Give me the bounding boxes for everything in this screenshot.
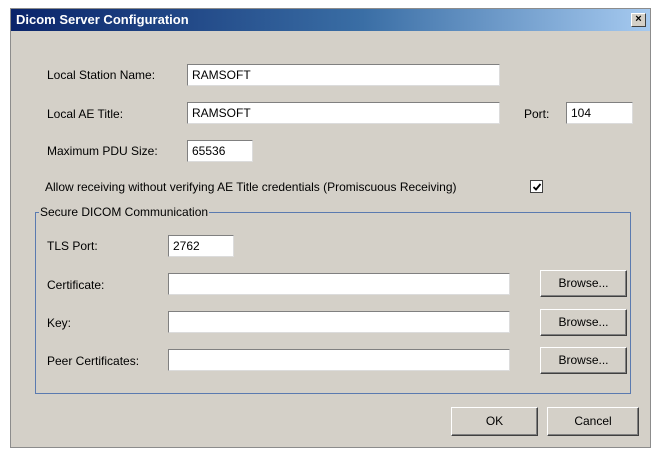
key-browse-button[interactable]: Browse... xyxy=(540,309,627,336)
local-ae-title-label: Local AE Title: xyxy=(47,107,124,121)
port-field[interactable]: 104 xyxy=(566,102,633,124)
tls-port-field[interactable]: 2762 xyxy=(168,235,234,257)
certificate-field[interactable] xyxy=(168,273,510,295)
certificate-browse-button[interactable]: Browse... xyxy=(540,270,627,297)
cancel-button[interactable]: Cancel xyxy=(547,407,639,436)
promiscuous-receiving-checkbox[interactable] xyxy=(530,180,543,193)
tls-port-label: TLS Port: xyxy=(47,239,98,253)
local-ae-title-field[interactable]: RAMSOFT xyxy=(187,102,500,124)
peer-certificates-label: Peer Certificates: xyxy=(47,354,140,368)
peer-certificates-browse-button[interactable]: Browse... xyxy=(540,347,627,374)
certificate-label: Certificate: xyxy=(47,278,105,292)
local-station-name-label: Local Station Name: xyxy=(47,68,156,82)
close-icon: × xyxy=(635,13,642,25)
promiscuous-receiving-label: Allow receiving without verifying AE Tit… xyxy=(45,180,457,194)
ok-button[interactable]: OK xyxy=(451,407,538,436)
local-station-name-field[interactable]: RAMSOFT xyxy=(187,64,500,86)
key-label: Key: xyxy=(47,316,72,330)
peer-certificates-field[interactable] xyxy=(168,349,510,371)
dicom-server-config-dialog: Dicom Server Configuration × Local Stati… xyxy=(10,8,651,448)
secure-dicom-legend: Secure DICOM Communication xyxy=(39,205,210,219)
max-pdu-size-label: Maximum PDU Size: xyxy=(47,144,158,158)
max-pdu-size-field[interactable]: 65536 xyxy=(187,140,253,162)
key-field[interactable] xyxy=(168,311,510,333)
close-button[interactable]: × xyxy=(631,13,646,27)
port-label: Port: xyxy=(524,107,550,121)
title-bar[interactable]: Dicom Server Configuration × xyxy=(11,9,650,31)
window-title: Dicom Server Configuration xyxy=(16,12,189,27)
checkmark-icon xyxy=(532,183,542,191)
